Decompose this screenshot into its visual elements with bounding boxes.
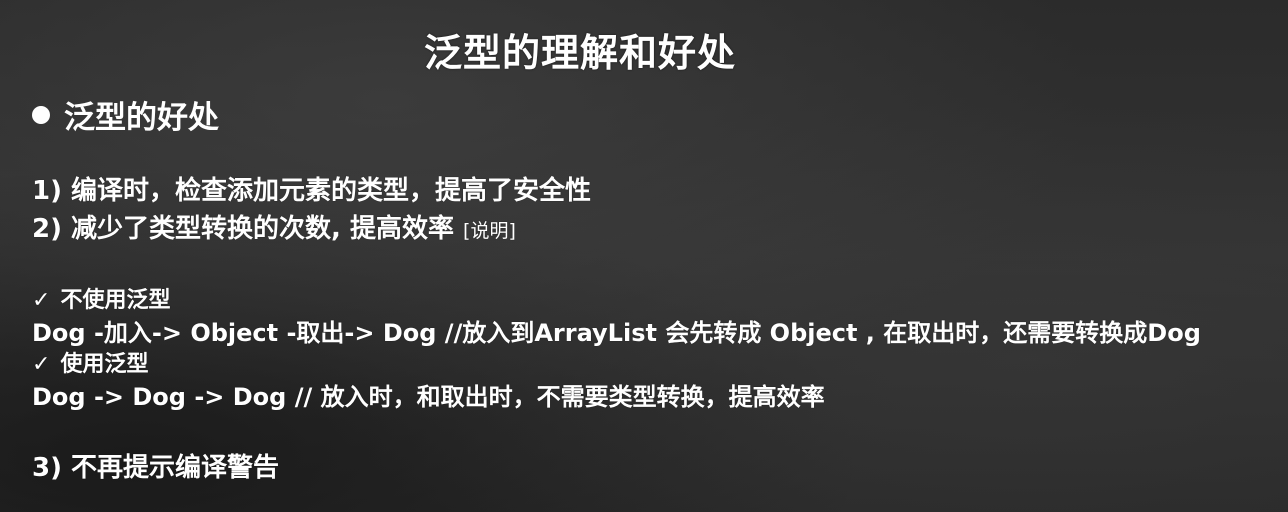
comparison-label: 使用泛型 xyxy=(60,352,149,377)
point-1: 1) 编译时，检查添加元素的类型，提高了安全性 xyxy=(32,176,592,206)
section-heading: 泛型的好处 xyxy=(32,92,219,137)
point-2: 2) 减少了类型转换的次数, 提高效率 [说明] xyxy=(32,208,516,245)
section-heading-text: 泛型的好处 xyxy=(64,100,219,136)
slide-title: 泛型的理解和好处 xyxy=(423,31,736,75)
comparison-with-generics-flow: Dog -> Dog -> Dog // 放入时，和取出时，不需要类型转换，提高… xyxy=(32,383,825,411)
point-3: 3) 不再提示编译警告 xyxy=(32,453,280,483)
comparison-label: 不使用泛型 xyxy=(60,288,171,313)
checkmark-icon: ✓ xyxy=(32,352,51,377)
comparison-without-generics-label: ✓ 不使用泛型 xyxy=(32,282,170,314)
bullet-dot-icon xyxy=(32,105,50,124)
checkmark-icon: ✓ xyxy=(32,288,51,313)
comparison-with-generics-label: ✓ 使用泛型 xyxy=(32,346,148,378)
slide: 泛型的理解和好处 泛型的好处 1) 编译时，检查添加元素的类型，提高了安全性 2… xyxy=(0,0,1288,512)
point-2-text: 2) 减少了类型转换的次数, 提高效率 xyxy=(32,214,454,244)
point-2-note: [说明] xyxy=(463,220,516,242)
comparison-without-generics-flow: Dog -加入-> Object -取出-> Dog //放入到ArrayLis… xyxy=(32,319,1201,347)
